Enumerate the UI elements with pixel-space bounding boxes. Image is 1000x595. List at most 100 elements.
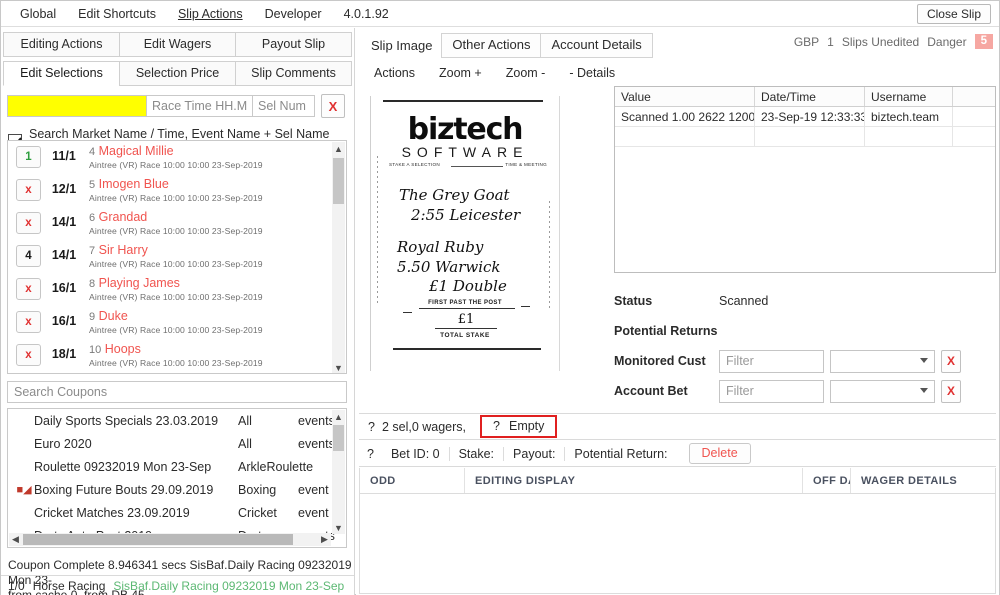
slip-tiny-right: TIME & MEETING xyxy=(505,162,547,167)
coupon-row[interactable]: Cricket Matches 23.09.2019 Cricket event xyxy=(8,501,346,524)
empty-help-icon[interactable]: ? xyxy=(493,419,500,433)
zoom-in-button[interactable]: Zoom + xyxy=(427,62,494,84)
coupon-row[interactable]: Euro 2020 All events xyxy=(8,432,346,455)
account-bet-dropdown[interactable] xyxy=(830,379,935,403)
menu-item-developer[interactable]: Developer xyxy=(254,4,333,24)
details-toggle-button[interactable]: - Details xyxy=(557,62,627,84)
wager-col-wager-details[interactable]: WAGER DETAILS xyxy=(851,468,995,493)
slip-details-block: Status Scanned Potential Returns Monitor… xyxy=(614,286,996,406)
bet-detail-bar: ? Bet ID: 0 Stake: Payout: Potential Ret… xyxy=(359,441,996,467)
race-time-input[interactable] xyxy=(147,95,253,117)
wager-col-editing-display[interactable]: EDITING DISPLAY xyxy=(465,468,803,493)
search-input[interactable] xyxy=(7,95,147,117)
scroll-up-icon[interactable]: ▲ xyxy=(332,142,345,155)
table-row[interactable]: Scanned 1.00 2622 120003223-Sep-19 12:33… xyxy=(615,107,995,127)
history-col-datetime[interactable]: Date/Time xyxy=(755,87,865,106)
selection-row[interactable]: x 16/1 9 Duke Aintree (VR) Race 10:00 10:00… xyxy=(8,306,346,339)
coupon-hscroll-thumb[interactable] xyxy=(23,534,293,545)
tab-slip-comments[interactable]: Slip Comments xyxy=(235,61,352,86)
bet-help-icon[interactable]: ? xyxy=(359,447,382,461)
selection-name: 7 Sir Harry xyxy=(89,243,148,258)
wager-col-odd[interactable]: ODD xyxy=(360,468,465,493)
history-col-extra[interactable] xyxy=(953,87,995,106)
selection-toggle-button[interactable]: x xyxy=(16,278,41,300)
selection-row[interactable]: x 18/1 10 Hoops Aintree (VR) Race 10:00 10:… xyxy=(8,339,346,372)
monitored-cust-clear-button[interactable]: X xyxy=(941,349,961,373)
coupon-name: Boxing Future Bouts 29.09.2019 xyxy=(34,482,214,497)
coupon-scroll-down-icon[interactable]: ▼ xyxy=(332,521,345,534)
account-bet-row: Account Bet X xyxy=(614,376,996,406)
menu-item-edit-shortcuts[interactable]: Edit Shortcuts xyxy=(67,4,167,24)
scroll-down-icon[interactable]: ▼ xyxy=(332,361,345,373)
coupon-row[interactable]: Daily Sports Specials 23.03.2019 All event… xyxy=(8,409,346,432)
version-label: 4.0.1.92 xyxy=(343,6,389,21)
delete-button[interactable]: Delete xyxy=(688,443,751,464)
zoom-out-button[interactable]: Zoom - xyxy=(494,62,558,84)
tab-slip-image[interactable]: Slip Image xyxy=(361,35,442,58)
slip-image-frame[interactable]: biztech SOFTWARE STAKE A SELECTION TIME … xyxy=(366,90,564,375)
potential-returns-label: Potential Returns xyxy=(614,324,718,338)
coupon-row[interactable]: ■◢ Boxing Future Bouts 29.09.2019 Boxing ev… xyxy=(8,478,346,501)
empty-wager-button[interactable]: ? Empty xyxy=(480,415,558,438)
slip-handwriting-3: Royal Ruby xyxy=(397,238,484,256)
selection-toggle-button[interactable]: x xyxy=(16,179,41,201)
selection-number: 6 xyxy=(89,212,96,224)
selection-toggle-button[interactable]: x xyxy=(16,212,41,234)
menu-item-global[interactable]: Global xyxy=(9,4,67,24)
slip-handwriting-5: £1 Double xyxy=(429,277,507,295)
selection-row[interactable]: x 14/1 6 Grandad Aintree (VR) Race 10:00 10… xyxy=(8,207,346,240)
slip-tiny-left: STAKE A SELECTION xyxy=(389,162,440,167)
tab-other-actions[interactable]: Other Actions xyxy=(441,33,542,58)
coupon-search-input[interactable] xyxy=(7,381,347,403)
tab-editing-actions[interactable]: Editing Actions xyxy=(3,32,120,57)
slip-tiny-rule xyxy=(451,166,503,167)
slip-fptp-rule xyxy=(419,308,515,309)
slip-count: 1 xyxy=(827,34,834,49)
history-col-username[interactable]: Username xyxy=(865,87,953,106)
coupon-row[interactable]: Roulette 09232019 Mon 23-Sep ArkleRoulett… xyxy=(8,455,346,478)
tab-payout-slip[interactable]: Payout Slip xyxy=(235,32,352,57)
selection-row[interactable]: 4 14/1 7 Sir Harry Aintree (VR) Race 10:00 … xyxy=(8,240,346,273)
selection-toggle-button[interactable]: x xyxy=(16,311,41,333)
selection-number: 8 xyxy=(89,278,96,290)
sel-num-input[interactable] xyxy=(253,95,315,117)
selection-toggle-button[interactable]: 1 xyxy=(16,146,41,168)
chevron-down-icon xyxy=(920,357,928,363)
table-cell: biztech.team xyxy=(865,107,953,126)
tab-edit-selections[interactable]: Edit Selections xyxy=(3,61,120,86)
selection-row[interactable]: x 12/1 5 Imogen Blue Aintree (VR) Race 10:0… xyxy=(8,174,346,207)
coupon-horizontal-scrollbar[interactable]: ◀ ▶ xyxy=(9,533,331,546)
coupon-vertical-scrollbar[interactable]: ▲ ▼ xyxy=(332,410,345,534)
potential-returns-row: Potential Returns xyxy=(614,316,996,346)
table-row-empty[interactable] xyxy=(615,127,995,147)
selection-toggle-button[interactable]: x xyxy=(16,344,41,366)
actions-button[interactable]: Actions xyxy=(362,62,427,84)
bet-id-label: Bet ID: 0 xyxy=(390,446,440,461)
wager-col-off-date[interactable]: OFF DAT xyxy=(803,468,851,493)
scroll-right-icon[interactable]: ▶ xyxy=(318,533,331,546)
tab-account-details[interactable]: Account Details xyxy=(540,33,653,58)
selection-name: 10 Hoops xyxy=(89,342,141,357)
scroll-thumb[interactable] xyxy=(333,158,344,204)
selection-odds: 18/1 xyxy=(51,347,77,361)
account-bet-clear-button[interactable]: X xyxy=(941,379,961,403)
coupon-scroll-up-icon[interactable]: ▲ xyxy=(332,410,345,423)
selection-toggle-button[interactable]: 4 xyxy=(16,245,41,267)
tab-selection-price[interactable]: Selection Price xyxy=(119,61,236,86)
monitored-cust-dropdown[interactable] xyxy=(830,349,935,373)
tab-edit-wagers[interactable]: Edit Wagers xyxy=(119,32,236,57)
close-slip-button[interactable]: Close Slip xyxy=(916,4,991,24)
coupon-scroll-thumb[interactable] xyxy=(333,425,344,451)
selection-row[interactable]: 1 11/1 4 Magical Millie Aintree (VR) Race 1… xyxy=(8,141,346,174)
selections-scrollbar[interactable]: ▲ ▼ xyxy=(332,142,345,373)
account-bet-filter-input[interactable] xyxy=(719,379,824,403)
scroll-left-icon[interactable]: ◀ xyxy=(9,533,22,546)
help-icon[interactable]: ? xyxy=(368,420,375,434)
selection-row[interactable]: x 16/1 8 Playing James Aintree (VR) Race 10… xyxy=(8,273,346,306)
table-cell xyxy=(755,127,865,146)
history-col-value[interactable]: Value xyxy=(615,87,755,106)
slip-handwriting-1: The Grey Goat xyxy=(399,186,510,204)
menu-item-slip-actions[interactable]: Slip Actions xyxy=(167,4,254,24)
clear-search-button[interactable]: X xyxy=(321,94,345,118)
monitored-cust-filter-input[interactable] xyxy=(719,349,824,373)
